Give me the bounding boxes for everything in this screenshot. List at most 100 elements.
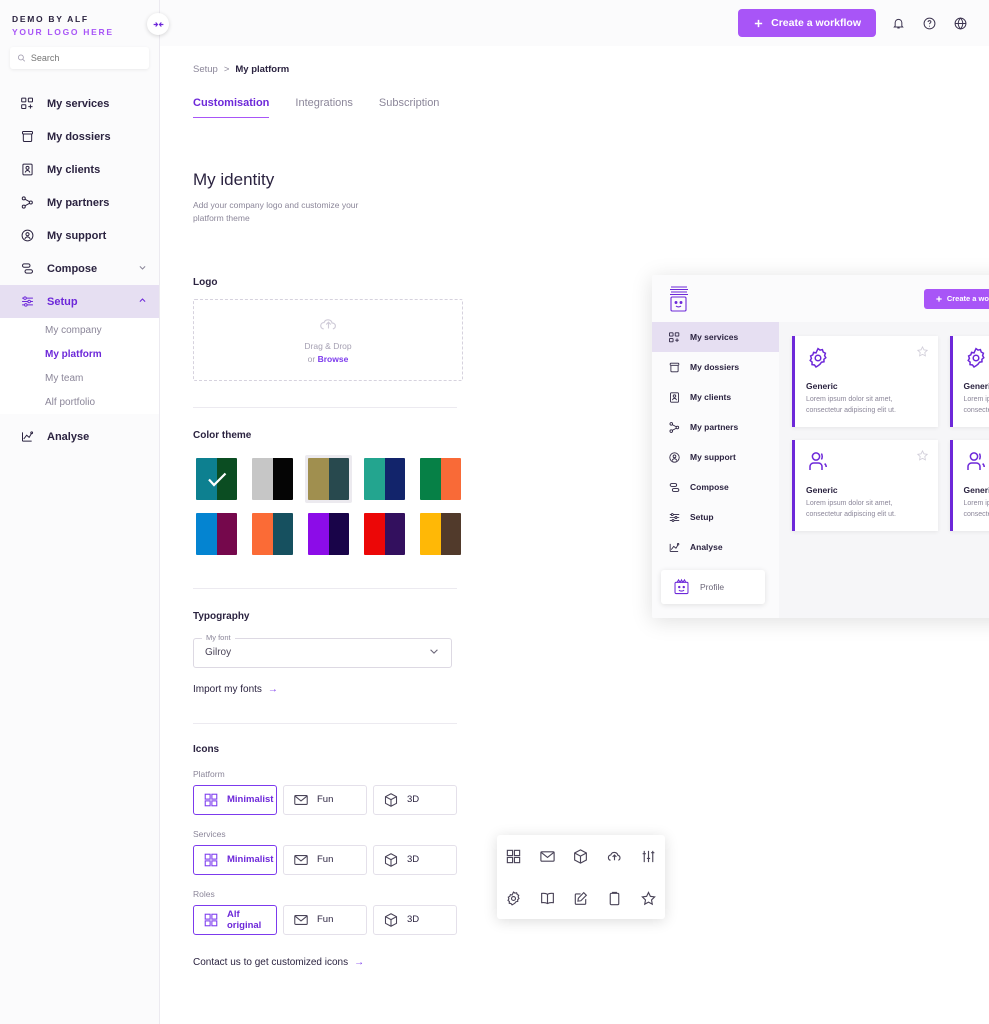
icon-option-minimalist[interactable]: Minimalist xyxy=(193,785,277,815)
sidebar-nav: My services My dossiers My clients xyxy=(0,87,159,453)
color-swatch-1[interactable] xyxy=(193,455,240,503)
icon-option-row: Alf original Fun 3D xyxy=(193,905,463,935)
grid-icon xyxy=(203,912,219,928)
swatch-colors xyxy=(364,458,405,500)
preview-sidebar: My services My dossiers My clients My pa… xyxy=(652,322,779,618)
tab-integrations[interactable]: Integrations xyxy=(295,97,352,118)
color-swatch-9[interactable] xyxy=(361,510,408,558)
color-swatch-10[interactable] xyxy=(417,510,464,558)
sidebar-item-setup[interactable]: Setup xyxy=(0,285,159,318)
preview-profile-card[interactable]: Profile xyxy=(661,570,765,604)
color-swatch-8[interactable] xyxy=(305,510,352,558)
color-swatch-2[interactable] xyxy=(249,455,296,503)
gear-icon xyxy=(806,357,830,374)
contact-icons-link[interactable]: Contact us to get customized icons → xyxy=(193,957,463,968)
envelope-icon[interactable] xyxy=(539,848,556,865)
sidebar-item-label: My clients xyxy=(47,164,100,176)
color-swatch-5[interactable] xyxy=(417,455,464,503)
help-icon[interactable] xyxy=(921,15,938,32)
icons-label: Icons xyxy=(193,744,463,755)
icon-picker-popup[interactable] xyxy=(497,835,665,919)
browse-link[interactable]: Browse xyxy=(318,354,349,364)
icon-option-label: 3D xyxy=(407,914,419,925)
support-icon xyxy=(19,227,36,244)
sidebar-item-analyse[interactable]: Analyse xyxy=(0,420,159,453)
preview-create-workflow-button[interactable]: Create a workflow xyxy=(924,289,989,309)
swatch-left-color xyxy=(252,458,273,500)
star-icon[interactable] xyxy=(640,890,657,907)
clipboard-icon[interactable] xyxy=(606,890,623,907)
icon-option-3d[interactable]: 3D xyxy=(373,905,457,935)
color-swatch-3[interactable] xyxy=(305,455,352,503)
grid-icon[interactable] xyxy=(505,848,522,865)
sidebar-item-my-support[interactable]: My support xyxy=(0,219,159,252)
bell-icon[interactable] xyxy=(890,15,907,32)
subnav-item-alf-portfolio[interactable]: Alf portfolio xyxy=(0,390,159,414)
edit-icon[interactable] xyxy=(572,890,589,907)
sidebar-item-my-clients[interactable]: My clients xyxy=(0,153,159,186)
preview-nav-item-setup[interactable]: Setup xyxy=(652,502,779,532)
subnav-item-my-team[interactable]: My team xyxy=(0,366,159,390)
color-swatch-6[interactable] xyxy=(193,510,240,558)
preview-nav-item-my-services[interactable]: My services xyxy=(652,322,779,352)
swatch-right-color xyxy=(273,513,294,555)
subnav-item-my-platform[interactable]: My platform xyxy=(0,342,159,366)
sidebar-item-label: Analyse xyxy=(47,431,89,443)
preview-nav-item-my-clients[interactable]: My clients xyxy=(652,382,779,412)
preview-nav-item-compose[interactable]: Compose xyxy=(652,472,779,502)
preview-nav-item-my-support[interactable]: My support xyxy=(652,442,779,472)
logo-dropzone[interactable]: Drag & Drop or Browse xyxy=(193,299,463,381)
preview-service-card[interactable]: Generic Lorem ipsum dolor sit amet, cons… xyxy=(950,440,989,531)
swatch-left-color xyxy=(364,458,385,500)
preview-nav-item-analyse[interactable]: Analyse xyxy=(652,532,779,562)
icon-option-alf-original[interactable]: Alf original xyxy=(193,905,277,935)
sidebar-collapse-toggle[interactable] xyxy=(147,13,169,35)
book-icon[interactable] xyxy=(539,890,556,907)
preview-service-card[interactable]: Generic Lorem ipsum dolor sit amet, cons… xyxy=(950,336,989,427)
sliders-icon[interactable] xyxy=(640,848,657,865)
icon-option-label: Fun xyxy=(317,914,333,925)
preview-nav-item-my-dossiers[interactable]: My dossiers xyxy=(652,352,779,382)
box-icon[interactable] xyxy=(572,848,589,865)
preview-service-card[interactable]: Generic Lorem ipsum dolor sit amet, cons… xyxy=(792,440,938,531)
search-input[interactable] xyxy=(31,53,142,63)
sidebar-item-my-partners[interactable]: My partners xyxy=(0,186,159,219)
font-select[interactable]: Gilroy xyxy=(193,638,452,668)
breadcrumb-current: My platform xyxy=(235,64,289,75)
sidebar-item-compose[interactable]: Compose xyxy=(0,252,159,285)
icon-option-label: Minimalist xyxy=(227,794,273,805)
person-icon xyxy=(806,461,830,478)
icon-option-fun[interactable]: Fun xyxy=(283,785,367,815)
compose-icon xyxy=(19,260,36,277)
cloud-upload-icon[interactable] xyxy=(606,848,623,865)
icon-option-minimalist[interactable]: Minimalist xyxy=(193,845,277,875)
color-swatch-7[interactable] xyxy=(249,510,296,558)
breadcrumb-root[interactable]: Setup xyxy=(193,64,218,75)
preview-service-card[interactable]: Generic Lorem ipsum dolor sit amet, cons… xyxy=(792,336,938,427)
subnav-item-my-company[interactable]: My company xyxy=(0,318,159,342)
icon-option-3d[interactable]: 3D xyxy=(373,785,457,815)
globe-icon[interactable] xyxy=(952,15,969,32)
icon-option-fun[interactable]: Fun xyxy=(283,845,367,875)
favorite-star-icon[interactable] xyxy=(916,345,929,358)
preview-card-text: Lorem ipsum dolor sit amet, consectetur … xyxy=(964,499,989,521)
swatch-left-color xyxy=(364,513,385,555)
envelope-icon xyxy=(293,852,309,868)
gear-icon[interactable] xyxy=(505,890,522,907)
tab-subscription[interactable]: Subscription xyxy=(379,97,440,118)
swatch-right-color xyxy=(441,513,462,555)
font-selected-value: Gilroy xyxy=(205,647,231,658)
create-workflow-button[interactable]: Create a workflow xyxy=(738,9,876,37)
sidebar-item-my-services[interactable]: My services xyxy=(0,87,159,120)
preview-nav-item-my-partners[interactable]: My partners xyxy=(652,412,779,442)
import-fonts-link[interactable]: Import my fonts → xyxy=(193,684,463,695)
swatch-colors xyxy=(420,458,461,500)
icon-option-3d[interactable]: 3D xyxy=(373,845,457,875)
favorite-star-icon[interactable] xyxy=(916,449,929,462)
tab-customisation[interactable]: Customisation xyxy=(193,97,269,118)
icons-section: Icons Platform Minimalist Fun 3DServices… xyxy=(193,744,463,968)
sidebar-item-my-dossiers[interactable]: My dossiers xyxy=(0,120,159,153)
icon-option-fun[interactable]: Fun xyxy=(283,905,367,935)
search-box[interactable] xyxy=(10,47,149,69)
color-swatch-4[interactable] xyxy=(361,455,408,503)
